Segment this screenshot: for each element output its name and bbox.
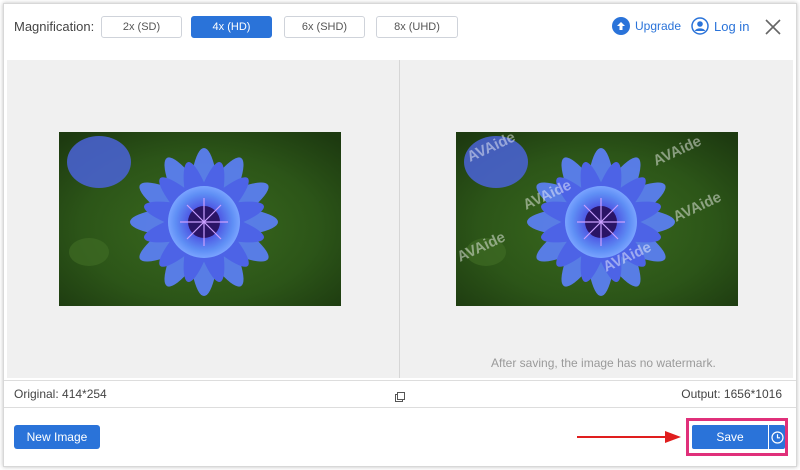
upgrade-label: Upgrade [635, 19, 682, 33]
user-icon [691, 17, 709, 35]
login-link[interactable]: Log in [691, 17, 749, 35]
magnification-8x-button[interactable]: 8x (UHD) [376, 16, 458, 38]
upgrade-link[interactable]: Upgrade [612, 17, 681, 35]
original-image [59, 132, 341, 306]
magnification-label: Magnification: [14, 19, 95, 34]
close-icon[interactable] [764, 18, 782, 36]
watermark-note: After saving, the image has no watermark… [491, 356, 716, 370]
upscaler-window: Magnification: 2x (SD) 4x (HD) 6x (SHD) … [3, 3, 797, 467]
output-size-label: Output: 1656*1016 [681, 387, 782, 401]
original-size-label: Original: 414*254 [14, 387, 107, 401]
compare-icon[interactable] [395, 389, 405, 402]
preview-divider[interactable] [399, 60, 400, 378]
upgrade-arrow-icon [612, 17, 630, 35]
save-button[interactable]: Save [692, 425, 768, 449]
login-label: Log in [714, 18, 750, 34]
output-image: AVAide AVAide AVAide AVAide AVAide AVAid… [456, 132, 738, 306]
top-bar: Magnification: 2x (SD) 4x (HD) 6x (SHD) … [4, 4, 796, 60]
save-highlight-box: Save [686, 418, 788, 456]
info-bar: Original: 414*254 Output: 1656*1016 [4, 380, 796, 408]
new-image-button[interactable]: New Image [14, 425, 100, 449]
magnification-2x-button[interactable]: 2x (SD) [101, 16, 182, 38]
preview-area: AVAide AVAide AVAide AVAide AVAide AVAid… [7, 60, 793, 378]
magnification-6x-button[interactable]: 6x (SHD) [284, 16, 365, 38]
red-pointer-arrow-icon [577, 431, 681, 443]
clock-icon[interactable] [769, 425, 785, 449]
magnification-4x-button[interactable]: 4x (HD) [191, 16, 272, 38]
